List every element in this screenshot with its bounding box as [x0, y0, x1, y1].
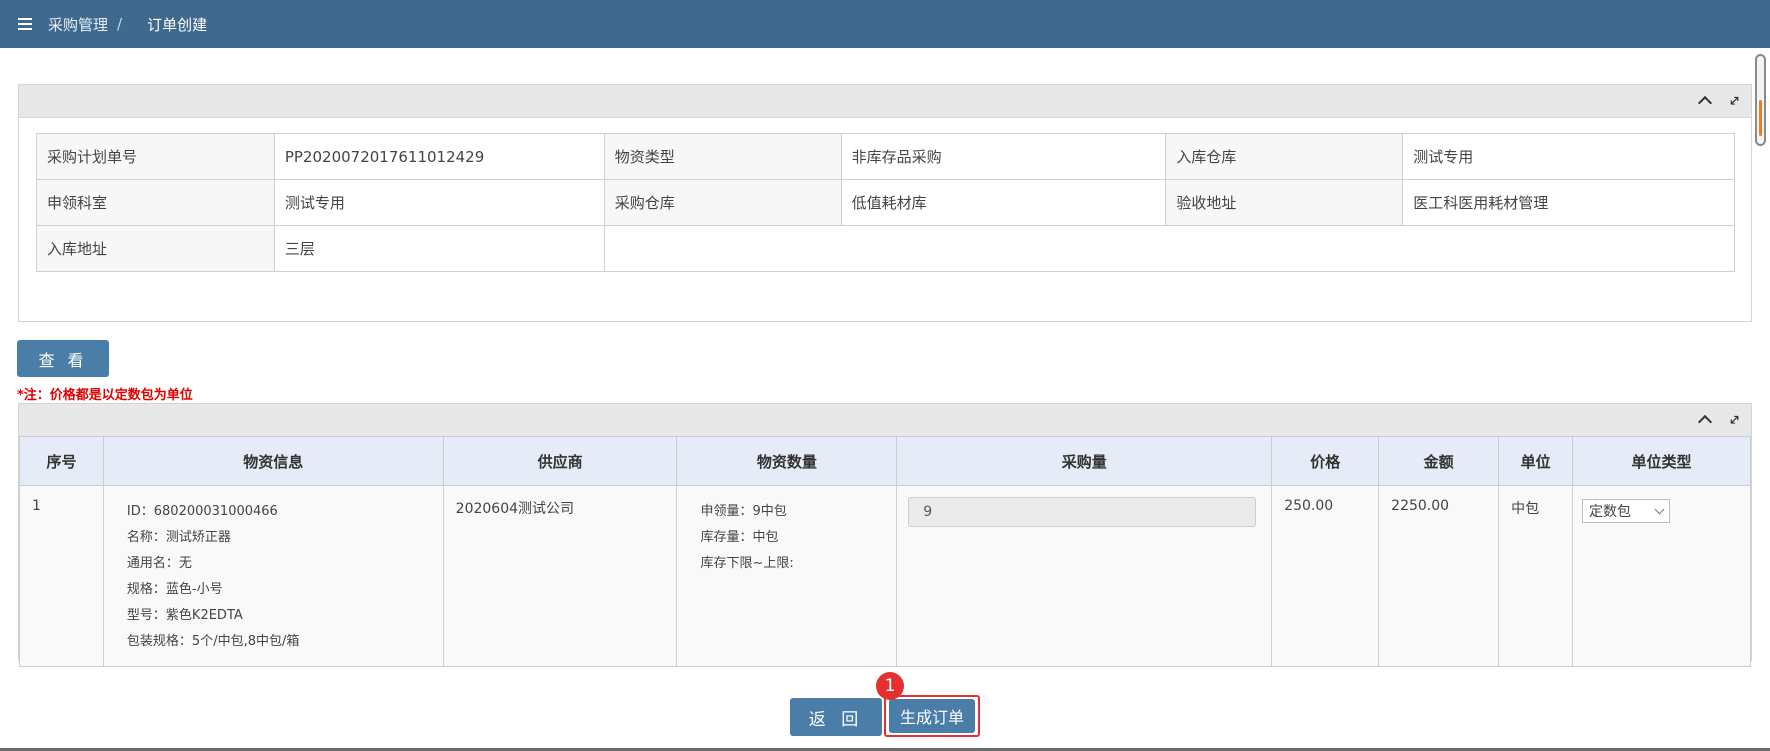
stock-quantity: 库存量：中包	[700, 530, 779, 545]
expand-icon[interactable]: ↔	[1725, 410, 1745, 430]
table-row: 1 ID：680200031000466 名称：测试矫正器 通用名：无 规格：蓝…	[19, 485, 1751, 667]
chevron-down-icon	[1654, 504, 1665, 514]
info-value-inbound-warehouse: 测试专用	[1402, 133, 1735, 180]
expand-icon[interactable]: ↔	[1725, 91, 1745, 111]
unit-type-cell: 定数包	[1572, 485, 1751, 667]
material-info-cell: ID：680200031000466 名称：测试矫正器 通用名：无 规格：蓝色-…	[102, 485, 444, 667]
info-value-acceptance-address: 医工科医用耗材管理	[1402, 179, 1735, 226]
info-label: 验收地址	[1165, 179, 1404, 226]
breadcrumb-current: 订单创建	[147, 15, 208, 34]
price-cell: 250.00	[1271, 485, 1380, 667]
info-label: 入库地址	[36, 225, 275, 272]
column-header: 价格	[1271, 436, 1380, 486]
column-header: 采购量	[896, 436, 1273, 486]
chevron-up-icon[interactable]	[1695, 91, 1715, 111]
material-id: ID：680200031000466	[126, 504, 278, 519]
column-header: 供应商	[442, 436, 678, 486]
items-panel-header: ↔	[19, 403, 1751, 437]
quantity-cell: 申领量：9中包 库存量：中包 库存下限~上限:	[676, 485, 898, 667]
material-name: 名称：测试矫正器	[126, 530, 231, 545]
plan-info-panel: ↔ 采购计划单号 PP2020072017611012429 物资类型 非库存品…	[18, 84, 1752, 322]
material-model: 型号：紫色K2EDTA	[126, 608, 243, 623]
unit-type-value: 定数包	[1589, 504, 1632, 520]
purchase-quantity-input[interactable]	[908, 497, 1257, 527]
back-button[interactable]: 返 回	[790, 698, 882, 736]
items-table: 序号 物资信息 供应商 物资数量 采购量 价格 金额 单位 单位类型 1 ID：…	[19, 436, 1751, 667]
breadcrumb-parent[interactable]: 采购管理	[48, 14, 108, 35]
column-header: 单位	[1498, 436, 1574, 486]
info-empty-cell	[603, 225, 1736, 272]
column-header: 物资数量	[676, 436, 898, 486]
step-badge: 1	[876, 672, 904, 700]
info-label: 采购仓库	[603, 179, 842, 226]
breadcrumb-separator: /	[117, 15, 123, 33]
scrollbar[interactable]	[1755, 54, 1766, 146]
info-label: 申领科室	[36, 179, 275, 226]
generate-order-button[interactable]: 生成订单	[889, 699, 975, 733]
view-button[interactable]: 查 看	[17, 340, 109, 377]
row-index: 1	[19, 485, 104, 667]
items-panel: ↔ 序号 物资信息 供应商 物资数量 采购量 价格 金额 单位 单位类型 1 I…	[18, 403, 1752, 667]
scrollbar-thumb[interactable]	[1759, 100, 1762, 136]
info-value-purchase-warehouse: 低值耗材库	[840, 179, 1167, 226]
info-row: 采购计划单号 PP2020072017611012429 物资类型 非库存品采购…	[36, 133, 1735, 180]
info-value-department: 测试专用	[273, 179, 605, 226]
top-bar: 采购管理 / 订单创建	[0, 0, 1770, 48]
purchase-quantity-cell	[896, 485, 1273, 667]
info-label: 物资类型	[603, 133, 842, 180]
plan-info-table: 采购计划单号 PP2020072017611012429 物资类型 非库存品采购…	[36, 133, 1736, 272]
column-header: 单位类型	[1572, 436, 1751, 486]
stock-limits: 库存下限~上限:	[700, 556, 794, 571]
requested-quantity: 申领量：9中包	[700, 504, 787, 519]
unit-cell: 中包	[1498, 485, 1574, 667]
generate-order-highlight: 生成订单	[884, 695, 980, 737]
menu-icon[interactable]	[18, 18, 32, 30]
info-label: 入库仓库	[1165, 133, 1404, 180]
material-common-name: 通用名：无	[126, 556, 192, 571]
column-header: 物资信息	[102, 436, 444, 486]
table-header-row: 序号 物资信息 供应商 物资数量 采购量 价格 金额 单位 单位类型	[19, 436, 1751, 486]
price-note: *注：价格都是以定数包为单位	[17, 388, 193, 403]
info-value-plan-number: PP2020072017611012429	[273, 133, 605, 180]
plan-info-panel-header: ↔	[19, 85, 1751, 118]
column-header: 序号	[19, 436, 104, 486]
info-label: 采购计划单号	[36, 133, 275, 180]
info-value-inbound-address: 三层	[273, 225, 605, 272]
supplier-cell: 2020604测试公司	[442, 485, 678, 667]
column-header: 金额	[1378, 436, 1500, 486]
unit-type-select[interactable]: 定数包	[1582, 499, 1671, 523]
amount-cell: 2250.00	[1378, 485, 1500, 667]
info-row: 申领科室 测试专用 采购仓库 低值耗材库 验收地址 医工科医用耗材管理	[36, 179, 1735, 226]
material-packaging: 包装规格：5个/中包,8中包/箱	[126, 634, 300, 649]
material-spec: 规格：蓝色-小号	[126, 582, 223, 597]
chevron-up-icon[interactable]	[1695, 410, 1715, 430]
info-row: 入库地址 三层	[36, 225, 1736, 272]
info-value-material-type: 非库存品采购	[840, 133, 1167, 180]
